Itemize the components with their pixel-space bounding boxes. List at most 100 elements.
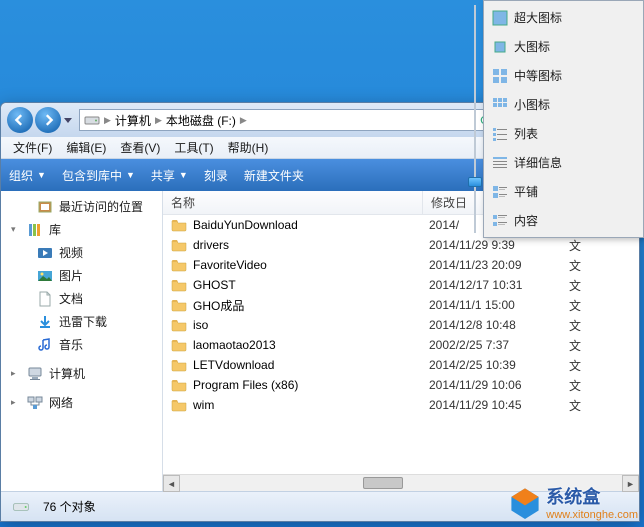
- folder-icon: [171, 217, 187, 233]
- chevron-right-icon: ▸: [11, 368, 21, 379]
- tiles-icon: [492, 184, 508, 200]
- folder-icon: [171, 357, 187, 373]
- view-size-slider[interactable]: [468, 5, 482, 233]
- cmd-share[interactable]: 共享▼: [151, 167, 188, 184]
- drive-icon: [84, 112, 100, 128]
- cmd-newfolder[interactable]: 新建文件夹: [244, 167, 304, 184]
- column-name[interactable]: 名称: [163, 191, 423, 214]
- network-icon: [27, 395, 43, 411]
- list-icon: [492, 126, 508, 142]
- file-name: FavoriteVideo: [193, 258, 429, 272]
- table-row[interactable]: iso2014/12/8 10:48文: [163, 315, 639, 335]
- drive-icon: [9, 498, 33, 516]
- table-row[interactable]: GHOST2014/12/17 10:31文: [163, 275, 639, 295]
- chevron-down-icon: ▾: [11, 224, 21, 235]
- view-option-small[interactable]: 小图标: [486, 90, 641, 119]
- file-type: 文: [569, 337, 581, 354]
- file-name: laomaotao2013: [193, 338, 429, 352]
- file-type: 文: [569, 257, 581, 274]
- chevron-right-icon: ▶: [104, 115, 111, 126]
- medium-icon: [492, 68, 508, 84]
- documents-icon: [37, 291, 53, 307]
- status-text: 76 个对象: [43, 498, 96, 515]
- view-option-tiles[interactable]: 平铺: [486, 177, 641, 206]
- nav-history-dropdown[interactable]: [61, 110, 75, 130]
- table-row[interactable]: drivers2014/11/29 9:39文: [163, 235, 639, 255]
- view-option-list[interactable]: 列表: [486, 119, 641, 148]
- watermark-url: www.xitonghe.com: [546, 509, 638, 521]
- sidebar-item-network[interactable]: ▸ 网络: [1, 391, 162, 414]
- scroll-thumb[interactable]: [363, 477, 403, 489]
- address-bar[interactable]: ▶ 计算机 ▶ 本地磁盘 (F:) ▶: [79, 109, 499, 131]
- table-row[interactable]: wim2014/11/29 10:45文: [163, 395, 639, 415]
- watermark-logo: [508, 485, 542, 519]
- cmd-burn[interactable]: 刻录: [204, 167, 228, 184]
- scroll-left-button[interactable]: ◄: [163, 475, 180, 492]
- back-button[interactable]: [7, 107, 33, 133]
- sidebar-item-pictures[interactable]: 图片: [1, 264, 162, 287]
- view-option-details[interactable]: 详细信息: [486, 148, 641, 177]
- sidebar-item-documents[interactable]: 文档: [1, 287, 162, 310]
- file-date: 2014/11/29 10:45: [429, 398, 569, 412]
- file-rows: BaiduYunDownload2014/drivers2014/11/29 9…: [163, 215, 639, 474]
- sidebar: 最近访问的位置 ▾ 库 视频 图片 文档 迅雷下载 音乐 ▸ 计算机: [1, 191, 163, 491]
- menu-file[interactable]: 文件(F): [7, 137, 58, 158]
- content-icon: [492, 213, 508, 229]
- extra-large-icon: [492, 10, 508, 26]
- file-type: 文: [569, 237, 581, 254]
- file-name: Program Files (x86): [193, 378, 429, 392]
- libraries-icon: [27, 222, 43, 238]
- file-name: GHOST: [193, 278, 429, 292]
- view-option-content[interactable]: 内容: [486, 206, 641, 235]
- folder-icon: [171, 337, 187, 353]
- file-name: drivers: [193, 238, 429, 252]
- folder-icon: [171, 317, 187, 333]
- table-row[interactable]: LETVdownload2014/2/25 10:39文: [163, 355, 639, 375]
- view-option-large[interactable]: 大图标: [486, 32, 641, 61]
- table-row[interactable]: GHO成品2014/11/1 15:00文: [163, 295, 639, 315]
- view-option-extra-large[interactable]: 超大图标: [486, 3, 641, 32]
- file-date: 2014/2/25 10:39: [429, 358, 569, 372]
- chevron-right-icon: ▶: [240, 115, 247, 126]
- file-type: 文: [569, 317, 581, 334]
- download-icon: [37, 314, 53, 330]
- menu-view[interactable]: 查看(V): [114, 137, 166, 158]
- file-name: GHO成品: [193, 297, 429, 314]
- pictures-icon: [37, 268, 53, 284]
- folder-icon: [171, 277, 187, 293]
- sidebar-item-computer[interactable]: ▸ 计算机: [1, 362, 162, 385]
- cmd-organize[interactable]: 组织▼: [9, 167, 46, 184]
- menu-tools[interactable]: 工具(T): [168, 137, 219, 158]
- file-name: BaiduYunDownload: [193, 218, 429, 232]
- nav-buttons: [7, 107, 75, 133]
- table-row[interactable]: Program Files (x86)2014/11/29 10:06文: [163, 375, 639, 395]
- folder-icon: [171, 297, 187, 313]
- sidebar-item-xunlei[interactable]: 迅雷下载: [1, 310, 162, 333]
- breadcrumb-computer[interactable]: 计算机: [115, 112, 151, 129]
- cmd-include[interactable]: 包含到库中▼: [62, 167, 135, 184]
- file-date: 2014/12/8 10:48: [429, 318, 569, 332]
- breadcrumb-drive[interactable]: 本地磁盘 (F:): [166, 112, 236, 129]
- folder-icon: [171, 397, 187, 413]
- slider-knob[interactable]: [468, 177, 482, 187]
- menu-help[interactable]: 帮助(H): [222, 137, 275, 158]
- table-row[interactable]: FavoriteVideo2014/11/23 20:09文: [163, 255, 639, 275]
- large-icon: [492, 39, 508, 55]
- table-row[interactable]: laomaotao20132002/2/25 7:37文: [163, 335, 639, 355]
- watermark-brand: 系统盒: [546, 483, 638, 509]
- file-type: 文: [569, 377, 581, 394]
- view-option-medium[interactable]: 中等图标: [486, 61, 641, 90]
- sidebar-item-music[interactable]: 音乐: [1, 333, 162, 356]
- chevron-right-icon: ▸: [11, 397, 21, 408]
- sidebar-item-recent[interactable]: 最近访问的位置: [1, 195, 162, 218]
- sidebar-item-libraries[interactable]: ▾ 库: [1, 218, 162, 241]
- file-date: 2014/11/1 15:00: [429, 298, 569, 312]
- menu-edit[interactable]: 编辑(E): [60, 137, 112, 158]
- file-type: 文: [569, 357, 581, 374]
- sidebar-item-videos[interactable]: 视频: [1, 241, 162, 264]
- file-date: 2014/11/29 10:06: [429, 378, 569, 392]
- forward-button[interactable]: [35, 107, 61, 133]
- file-type: 文: [569, 297, 581, 314]
- file-name: LETVdownload: [193, 358, 429, 372]
- videos-icon: [37, 245, 53, 261]
